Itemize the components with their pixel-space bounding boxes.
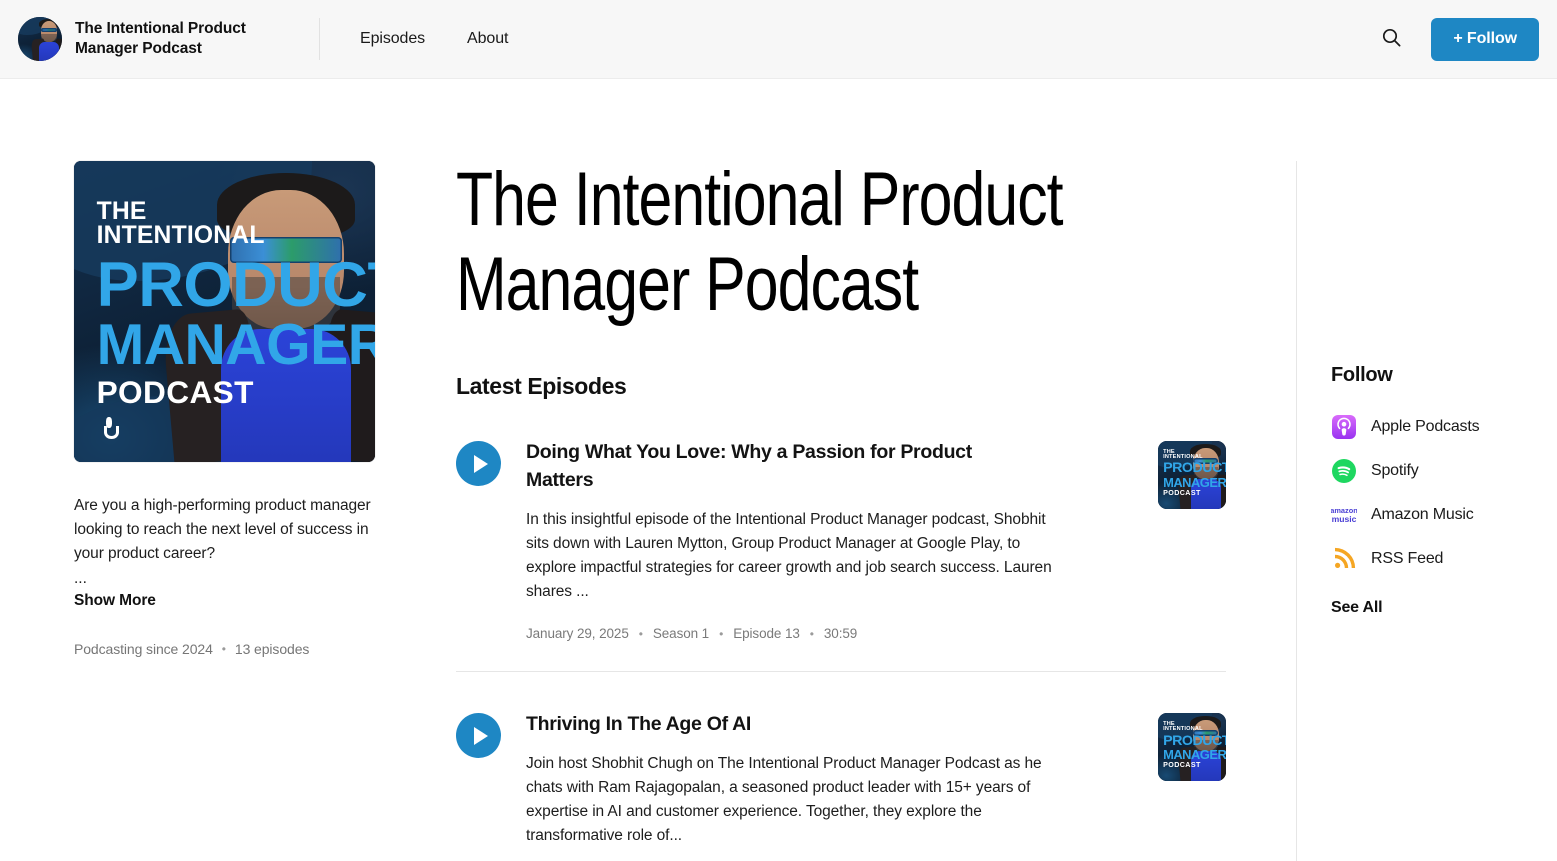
thumb-line-3: MANAGER <box>1163 474 1226 490</box>
cover-line-3: MANAGER <box>96 313 375 378</box>
podcast-info-column: THE INTENTIONAL PRODUCT MANAGER PODCAST … <box>74 161 376 861</box>
brand-title: The Intentional Product Manager Podcast <box>75 20 246 57</box>
follow-item-rss-feed[interactable]: RSS Feed <box>1331 537 1557 581</box>
thumb-line-4: PODCAST <box>1163 761 1201 770</box>
cover-line-1: THE INTENTIONAL <box>96 198 265 249</box>
episode-artwork[interactable]: THE INTENTIONAL PRODUCT MANAGER PODCAST <box>1158 441 1226 510</box>
spotify-icon <box>1331 458 1357 484</box>
separator-dot: • <box>809 626 814 641</box>
svg-text:music: music <box>1332 514 1357 524</box>
episode-body: Doing What You Love: Why a Passion for P… <box>501 439 1158 641</box>
latest-episodes-heading: Latest Episodes <box>456 373 627 400</box>
cover-line-4: PODCAST <box>97 377 266 439</box>
search-icon <box>1382 28 1401 50</box>
podcast-avatar-icon[interactable] <box>18 17 62 61</box>
separator-dot: • <box>221 641 226 656</box>
site-header: The Intentional Product Manager Podcast … <box>0 0 1557 79</box>
episode-artwork[interactable]: THE INTENTIONAL PRODUCT MANAGER PODCAST <box>1158 713 1226 782</box>
follow-heading: Follow <box>1331 364 1393 386</box>
thumb-line-4: PODCAST <box>1163 489 1201 498</box>
separator-dot: • <box>638 626 643 641</box>
episode-number: Episode 13 <box>733 626 800 642</box>
show-more-button[interactable]: Show More <box>74 592 156 610</box>
header-actions: + Follow <box>1377 17 1539 61</box>
follow-button[interactable]: + Follow <box>1431 17 1539 61</box>
podcast-cover-art[interactable]: THE INTENTIONAL PRODUCT MANAGER PODCAST <box>74 161 375 462</box>
thumb-line-1: THE INTENTIONAL <box>1163 721 1203 733</box>
episode-date: January 29, 2025 <box>526 626 629 642</box>
episode-list-item[interactable]: Thriving In The Age Of AI Join host Shob… <box>456 671 1226 861</box>
header-divider <box>319 18 320 60</box>
follow-item-spotify[interactable]: Spotify <box>1331 449 1557 493</box>
episode-description: In this insightful episode of the Intent… <box>526 510 1052 601</box>
play-button[interactable] <box>456 441 501 487</box>
separator-dot: • <box>719 626 724 641</box>
nav-item-episodes[interactable]: Episodes <box>360 30 425 48</box>
thumb-line-1: THE INTENTIONAL <box>1163 449 1203 461</box>
nav-item-about[interactable]: About <box>467 30 508 48</box>
rss-icon <box>1331 546 1357 572</box>
page-body: THE INTENTIONAL PRODUCT MANAGER PODCAST … <box>0 79 1557 861</box>
episode-list-item[interactable]: Doing What You Love: Why a Passion for P… <box>456 400 1226 641</box>
brand[interactable]: The Intentional Product Manager Podcast <box>18 17 275 61</box>
amazon-music-icon: amazon music <box>1331 502 1357 528</box>
episode-title[interactable]: Thriving In The Age Of AI <box>526 711 1026 739</box>
podcast-description: Are you a high-performing product manage… <box>74 497 371 563</box>
apple-podcasts-icon <box>1331 414 1357 440</box>
see-all-button[interactable]: See All <box>1331 599 1383 617</box>
cover-line-2: PRODUCT <box>96 250 375 321</box>
episode-season: Season 1 <box>652 626 710 642</box>
main-content-column: The Intentional Product Manager Podcast … <box>456 157 1226 861</box>
follow-service-list: Apple Podcasts Spotify amazon music Amaz… <box>1331 405 1557 581</box>
follow-label: Apple Podcasts <box>1371 418 1480 435</box>
follow-label: Amazon Music <box>1371 506 1474 523</box>
episode-title[interactable]: Doing What You Love: Why a Passion for P… <box>526 439 1026 494</box>
play-icon <box>473 454 488 473</box>
description-ellipsis: ... <box>74 569 87 587</box>
page-title: The Intentional Product Manager Podcast <box>456 157 1064 328</box>
podcasting-since: Podcasting since 2024 <box>74 640 213 657</box>
episode-body: Thriving In The Age Of AI Join host Shob… <box>501 711 1158 861</box>
episode-duration: 30:59 <box>823 626 858 642</box>
play-icon <box>473 726 488 745</box>
episode-meta: January 29, 2025 • Season 1 • Episode 13… <box>526 626 1140 641</box>
podcast-stats: Podcasting since 2024 • 13 episodes <box>74 641 376 657</box>
follow-label: RSS Feed <box>1371 550 1444 567</box>
episode-description: Join host Shobhit Chugh on The Intention… <box>526 754 1042 845</box>
follow-item-amazon-music[interactable]: amazon music Amazon Music <box>1331 493 1557 537</box>
thumb-line-3: MANAGER <box>1163 746 1226 762</box>
follow-item-apple-podcasts[interactable]: Apple Podcasts <box>1331 405 1557 449</box>
search-button[interactable] <box>1377 25 1405 53</box>
follow-sidebar: Follow Apple Podcasts Spotify amazon mus… <box>1296 161 1557 861</box>
follow-label: Spotify <box>1371 462 1419 479</box>
play-button[interactable] <box>456 713 501 759</box>
episode-count: 13 episodes <box>234 640 310 657</box>
microphone-icon <box>104 416 119 439</box>
main-nav: Episodes About <box>360 30 508 48</box>
